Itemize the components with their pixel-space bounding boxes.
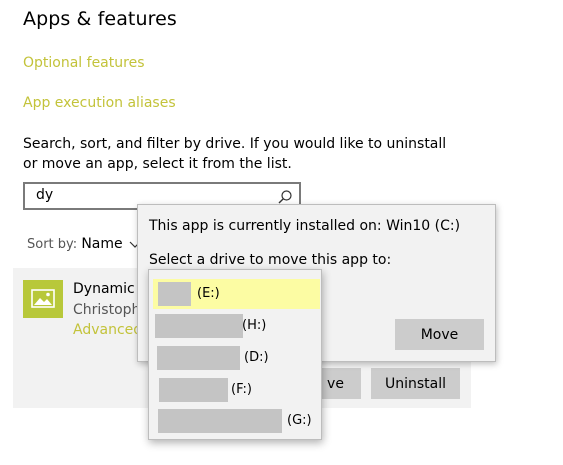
drive-option-h[interactable]: (H:) [153, 311, 320, 341]
drive-name-redacted [158, 409, 282, 433]
app-execution-aliases-link[interactable]: App execution aliases [23, 95, 176, 111]
sort-by-label: Sort by: [27, 237, 78, 252]
drive-option-label: (E:) [197, 286, 220, 301]
move-button-background-label: ve [327, 375, 344, 392]
search-input-value: dy [36, 187, 54, 203]
drive-option-g[interactable]: (G:) [153, 406, 320, 436]
drive-option-d[interactable]: (D:) [153, 343, 320, 373]
drive-option-e[interactable]: (E:) [153, 279, 320, 309]
advanced-options-link[interactable]: Advanced [73, 322, 142, 338]
image-icon [23, 280, 63, 318]
drive-name-redacted [155, 314, 243, 338]
page-title: Apps & features [23, 8, 177, 30]
sort-by-dropdown[interactable]: Sort by: Name [27, 236, 141, 252]
drive-dropdown-list[interactable]: (E:) (H:) (D:) (F:) (G:) [148, 269, 322, 440]
drive-option-label: (H:) [242, 318, 267, 333]
select-drive-text: Select a drive to move this app to: [149, 252, 392, 268]
drive-option-label: (D:) [244, 350, 269, 365]
drive-name-redacted [159, 378, 228, 402]
app-publisher: Christoph [73, 302, 141, 318]
search-icon[interactable] [277, 189, 293, 205]
optional-features-link[interactable]: Optional features [23, 55, 144, 71]
description-text: Search, sort, and filter by drive. If yo… [23, 136, 447, 172]
drive-name-redacted [157, 346, 240, 370]
move-button[interactable]: Move [395, 319, 484, 350]
uninstall-button-label: Uninstall [384, 375, 447, 392]
move-button-label: Move [420, 326, 459, 343]
installed-location-text: This app is currently installed on: Win1… [149, 218, 461, 234]
drive-option-label: (F:) [231, 382, 252, 397]
drive-name-redacted [158, 282, 191, 306]
sort-by-value: Name [81, 236, 123, 252]
drive-option-label: (G:) [287, 413, 312, 428]
uninstall-button[interactable]: Uninstall [371, 368, 460, 399]
drive-option-f[interactable]: (F:) [153, 375, 320, 405]
